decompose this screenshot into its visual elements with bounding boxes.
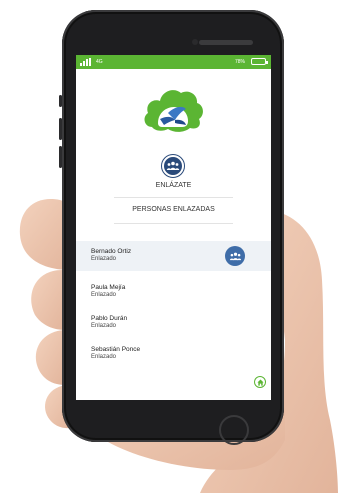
contact-row[interactable]: Bernado Ortiz Enlazado [76,241,271,271]
front-camera [192,39,198,45]
status-bar: 4G 78% [76,55,271,69]
cloud-bird-logo-icon [144,90,203,132]
volume-down-button [59,146,62,168]
contact-row[interactable]: Paula Mejía Enlazado [76,277,271,307]
contact-name: Pablo Durán [91,315,128,322]
mute-switch [59,95,62,107]
link-people-button[interactable] [161,154,185,178]
contact-name: Bernado Ortiz [91,248,132,255]
divider [114,223,233,224]
page-title: ENLÁZATE [155,182,192,189]
carrier-label: 4G [96,59,103,65]
app-screen: 4G 78% ENLÁZATE PERSONAS ENLAZADAS Berna… [76,55,271,400]
contact-status: Enlazado [91,256,117,262]
contact-row[interactable]: Sebastián Ponce Enlazado [76,339,271,369]
battery-icon [251,58,268,65]
volume-up-button [59,118,62,140]
contact-status: Enlazado [91,323,117,329]
contact-status: Enlazado [91,292,117,298]
phone-home-button[interactable] [219,415,249,445]
battery-percent: 78% [234,59,245,65]
contact-link-button[interactable] [225,246,245,266]
contact-name: Paula Mejía [91,284,126,291]
people-group-icon [166,161,180,170]
earpiece-speaker [199,40,253,45]
contact-status: Enlazado [91,354,117,360]
contact-row[interactable]: Pablo Durán Enlazado [76,308,271,338]
home-button[interactable] [254,376,266,388]
home-icon [256,378,264,386]
section-title: PERSONAS ENLAZADAS [132,206,215,213]
people-group-icon [229,252,241,260]
signal-icon [80,58,91,66]
divider [114,197,233,198]
contact-name: Sebastián Ponce [91,346,141,353]
